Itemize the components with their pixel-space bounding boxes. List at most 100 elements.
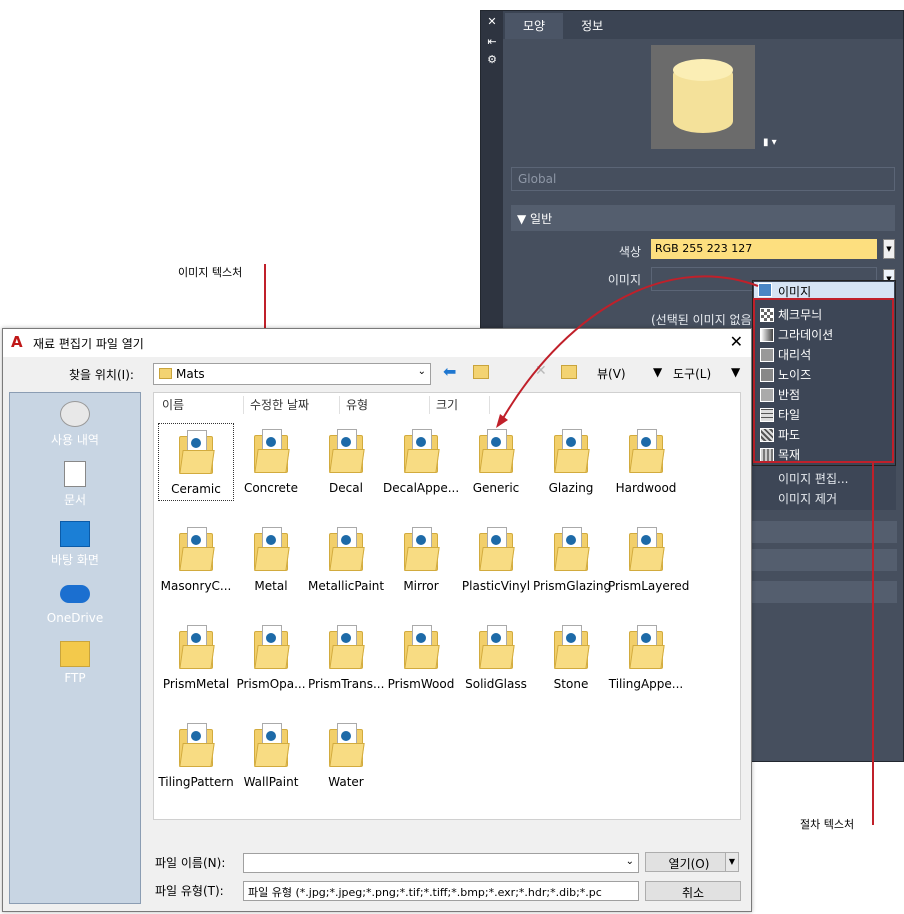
- column-size[interactable]: 크기: [430, 396, 490, 414]
- up-folder-icon[interactable]: [473, 365, 489, 379]
- file-open-dialog: A 재료 편집기 파일 열기 ✕ 찾을 위치(I): Mats ⌄ ⬅ ✕ 뷰(…: [2, 328, 752, 912]
- file-name: SolidGlass: [465, 677, 527, 691]
- file-item[interactable]: DecalAppe...: [383, 423, 459, 501]
- file-item[interactable]: Hardwood: [608, 423, 684, 501]
- folder-file-icon: [404, 429, 440, 473]
- filename-input[interactable]: ⌄: [243, 853, 639, 873]
- delete-icon[interactable]: ✕: [535, 363, 547, 385]
- folder-file-icon: [629, 625, 665, 669]
- material-name-field[interactable]: Global: [511, 167, 895, 191]
- file-item[interactable]: Metal: [233, 521, 309, 599]
- file-item[interactable]: Mirror: [383, 521, 459, 599]
- file-item[interactable]: WallPaint: [233, 717, 309, 795]
- material-preview[interactable]: [651, 45, 755, 149]
- file-item[interactable]: PrismOpa...: [233, 619, 309, 697]
- file-name: PrismGlazing: [533, 579, 612, 593]
- file-item[interactable]: MasonryC...: [158, 521, 234, 599]
- place-desktop[interactable]: 바탕 화면: [10, 521, 140, 568]
- file-item[interactable]: Decal: [308, 423, 384, 501]
- file-item[interactable]: Generic: [458, 423, 534, 501]
- folder-file-icon: [254, 723, 290, 767]
- file-name: PrismTrans...: [308, 677, 385, 691]
- file-item[interactable]: PlasticVinyl: [458, 521, 534, 599]
- folder-file-icon: [404, 527, 440, 571]
- tools-menu-arrow-icon[interactable]: ▼: [653, 365, 662, 387]
- file-name: Hardwood: [615, 481, 677, 495]
- document-icon: [64, 461, 86, 487]
- folder-file-icon: [629, 429, 665, 473]
- menu-item-remove-image[interactable]: 이미지 제거: [778, 490, 837, 507]
- file-item[interactable]: TilingAppe...: [608, 619, 684, 697]
- close-icon[interactable]: ✕: [486, 15, 498, 28]
- color-swatch-field[interactable]: RGB 255 223 127: [651, 239, 877, 259]
- folder-file-icon: [254, 429, 290, 473]
- file-item[interactable]: Water: [308, 717, 384, 795]
- image-label: 이미지: [607, 273, 641, 287]
- folder-file-icon: [554, 429, 590, 473]
- open-button[interactable]: 열기(O): [645, 852, 733, 872]
- new-folder-icon[interactable]: [561, 365, 577, 379]
- file-item[interactable]: PrismGlazing: [533, 521, 612, 599]
- file-item[interactable]: SolidGlass: [458, 619, 534, 697]
- file-item[interactable]: PrismLayered: [608, 521, 689, 599]
- pin-icon[interactable]: ⇤: [486, 35, 498, 48]
- file-item[interactable]: TilingPattern: [158, 717, 234, 795]
- color-dropdown-icon[interactable]: ▼: [883, 239, 895, 259]
- file-name: Decal: [329, 481, 363, 495]
- column-date[interactable]: 수정한 날짜: [244, 396, 340, 414]
- place-onedrive[interactable]: OneDrive: [10, 581, 140, 625]
- cancel-button[interactable]: 취소: [645, 881, 741, 901]
- cylinder-top-icon: [673, 59, 733, 81]
- folder-file-icon: [554, 625, 590, 669]
- file-item[interactable]: PrismMetal: [158, 619, 234, 697]
- open-dropdown-icon[interactable]: ▼: [725, 852, 739, 872]
- view-menu[interactable]: 뷰(V): [597, 365, 626, 387]
- place-ftp[interactable]: FTP: [10, 641, 140, 685]
- file-item[interactable]: Stone: [533, 619, 609, 697]
- menu-item-edit-image[interactable]: 이미지 편집...: [778, 470, 848, 487]
- folder-file-icon: [254, 527, 290, 571]
- file-item[interactable]: MetallicPaint: [308, 521, 384, 599]
- file-name: Stone: [553, 677, 589, 691]
- file-item[interactable]: PrismWood: [383, 619, 459, 697]
- tab-appearance[interactable]: 모양: [505, 13, 564, 39]
- column-type[interactable]: 유형: [340, 396, 430, 414]
- history-icon: [60, 401, 90, 427]
- place-history[interactable]: 사용 내역: [10, 401, 140, 448]
- file-name: Water: [328, 775, 364, 789]
- section-general-header[interactable]: ▼ 일반: [511, 205, 895, 231]
- no-image-text: (선택된 이미지 없음): [651, 313, 757, 327]
- callout-line-procedural-texture: [872, 463, 874, 825]
- column-name[interactable]: 이름: [156, 396, 244, 414]
- image-file-icon: [758, 283, 772, 297]
- file-item[interactable]: PrismTrans...: [308, 619, 384, 697]
- look-in-label: 찾을 위치(I):: [69, 368, 134, 382]
- place-documents[interactable]: 문서: [10, 461, 140, 508]
- folder-file-icon: [404, 625, 440, 669]
- file-name: WallPaint: [243, 775, 299, 789]
- settings-icon[interactable]: ⚙: [486, 53, 498, 66]
- preview-shape-dropdown-icon[interactable]: ▮ ▾: [763, 137, 777, 148]
- file-item[interactable]: Concrete: [233, 423, 309, 501]
- look-in-dropdown[interactable]: Mats ⌄: [153, 363, 431, 385]
- material-tabs: 모양 정보: [505, 13, 621, 39]
- close-icon[interactable]: ✕: [730, 332, 743, 351]
- tab-info[interactable]: 정보: [563, 13, 621, 39]
- file-item[interactable]: Glazing: [533, 423, 609, 501]
- file-item[interactable]: Ceramic: [158, 423, 234, 501]
- file-name: TilingPattern: [158, 775, 234, 789]
- file-name: DecalAppe...: [383, 481, 460, 495]
- file-name: Concrete: [243, 481, 299, 495]
- color-label: 색상: [618, 245, 641, 259]
- callout-image-texture: 이미지 텍스처: [178, 266, 243, 279]
- folder-icon: [159, 368, 172, 379]
- back-icon[interactable]: ⬅: [443, 362, 456, 384]
- filetype-dropdown[interactable]: 파일 유형 (*.jpg;*.jpeg;*.png;*.tif;*.tiff;*…: [243, 881, 639, 901]
- look-in-value: Mats: [176, 367, 205, 381]
- filetype-label: 파일 유형(T):: [155, 884, 224, 898]
- tools-menu[interactable]: 도구(L): [673, 365, 711, 387]
- tools-dropdown-icon[interactable]: ▼: [731, 365, 740, 387]
- folder-file-icon: [479, 429, 515, 473]
- folder-file-icon: [179, 527, 215, 571]
- folder-file-icon: [329, 527, 365, 571]
